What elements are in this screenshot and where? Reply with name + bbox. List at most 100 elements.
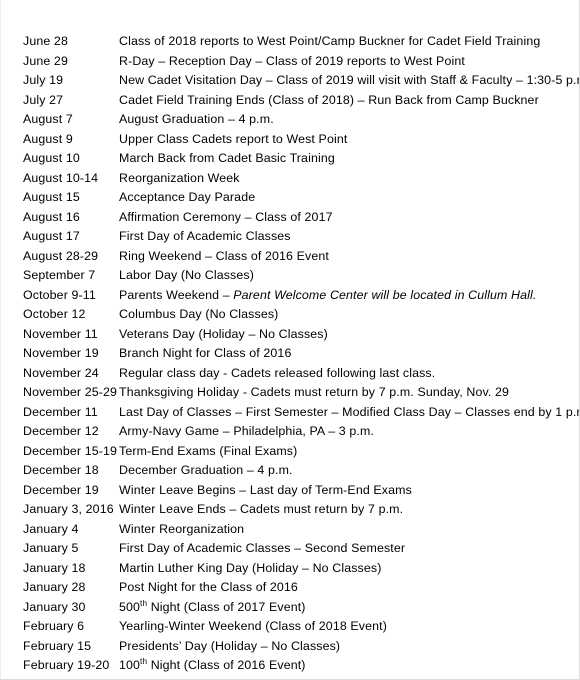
schedule-row-event-text: Winter Reorganization — [119, 521, 245, 536]
schedule-row-date: November 11 — [23, 326, 98, 341]
schedule-row-date: June 28 — [23, 34, 68, 48]
schedule-row-event: Army-Navy Game – Philadelphia, PA – 3 p.… — [119, 422, 571, 442]
schedule-row: August 16 Affirmation Ceremony – Class of… — [23, 208, 571, 228]
schedule-row-event: Term-End Exams (Final Exams) — [119, 442, 571, 462]
schedule-row-event: Veterans Day (Holiday – No Classes) — [119, 325, 571, 345]
schedule-row-date: November 24 — [23, 365, 99, 380]
schedule-row: January 3, 2016 Winter Leave Ends – Cadet… — [23, 500, 571, 520]
schedule-row-event: Acceptance Day Parade — [119, 188, 571, 208]
schedule-row-event: Columbus Day (No Classes) — [119, 305, 571, 325]
schedule-row: October 9-11 Parents Weekend – Parent Wel… — [23, 286, 571, 306]
schedule-row: January 4 Winter Reorganization — [23, 520, 571, 540]
schedule-row: July 27 Cadet Field Training Ends (Class … — [23, 91, 571, 111]
schedule-row-event-text: Reorganization Week — [119, 170, 240, 185]
schedule-row-event: First Day of Academic Classes – Second S… — [119, 539, 571, 559]
schedule-row-event: Winter Leave Ends – Cadets must return b… — [119, 500, 571, 520]
schedule-row-event-text: Labor Day (No Classes) — [119, 268, 254, 282]
schedule-row: June 28 Class of 2018 reports to West Poi… — [23, 32, 571, 52]
schedule-row: November 25-29 Thanksgiving Holiday - Cad… — [23, 383, 571, 403]
schedule-row: December 18 December Graduation – 4 p.m. — [23, 461, 571, 481]
schedule-row-date: August 9 — [23, 131, 73, 146]
schedule-row-event-text: Winter Leave Begins – Last day of Term-E… — [119, 482, 412, 497]
schedule-row-event: Ring Weekend – Class of 2016 Event — [119, 247, 571, 267]
schedule-row-event-text: 100 — [119, 658, 141, 672]
schedule-row: January 5 First Day of Academic Classes –… — [23, 539, 571, 559]
schedule-row-date: February 15 — [23, 638, 92, 653]
schedule-row-event: Presidents’ Day (Holiday – No Classes) — [119, 637, 571, 657]
schedule-row-date: January 28 — [23, 580, 86, 594]
schedule-row-event-text: Upper Class Cadets report to West Point — [119, 131, 348, 146]
schedule-row-event-text-tail: Night (Class of 2016 Event) — [147, 658, 306, 672]
schedule-row-event-text: Post Night for the Class of 2016 — [119, 580, 298, 594]
schedule-row: August 15 Acceptance Day Parade — [23, 188, 571, 208]
schedule-row: December 11 Last Day of Classes – First S… — [23, 403, 579, 423]
schedule-row-event-text: Yearling-Winter Weekend (Class of 2018 E… — [119, 619, 387, 633]
schedule-row-date: January 5 — [23, 541, 79, 555]
schedule-row-date: October 9-11 — [23, 287, 96, 302]
schedule-row-event-text: Presidents’ Day (Holiday – No Classes) — [119, 638, 341, 653]
schedule-row-date: June 29 — [23, 53, 68, 68]
schedule-row: November 11 Veterans Day (Holiday – No Cl… — [23, 325, 571, 345]
schedule-row-event-text: Martin Luther King Day (Holiday – No Cla… — [119, 560, 382, 575]
schedule-row: February 19-20 100th Night (Class of 2016… — [23, 656, 571, 676]
schedule-row-event-text: Ring Weekend – Class of 2016 Event — [119, 248, 329, 263]
document-page: June 28 Class of 2018 reports to West Poi… — [0, 0, 580, 680]
schedule-row-event: August Graduation – 4 p.m. — [119, 110, 571, 130]
schedule-row: June 29 R-Day – Reception Day – Class of … — [23, 52, 571, 72]
schedule-row-event-text: New Cadet Visitation Day – Class of 2019… — [119, 73, 580, 87]
schedule-row-event: March Back from Cadet Basic Training — [119, 149, 571, 169]
schedule-row-date: January 30 — [23, 599, 86, 614]
schedule-row-event-text: 500 — [119, 599, 141, 614]
schedule-row-date: December 18 — [23, 463, 99, 477]
schedule-row-date: November 19 — [23, 346, 99, 360]
schedule-row-event-text: Last Day of Classes – First Semester – M… — [119, 404, 580, 419]
schedule-row-event: 100th Night (Class of 2016 Event) — [119, 656, 571, 676]
schedule-row-date: January 4 — [23, 521, 79, 536]
schedule-row-date: December 12 — [23, 424, 99, 438]
schedule-row: August 10 March Back from Cadet Basic Tra… — [23, 149, 571, 169]
schedule-row-event-text: Thanksgiving Holiday - Cadets must retur… — [119, 385, 510, 399]
schedule-row-date: July 19 — [23, 73, 64, 87]
schedule-row-event: Class of 2018 reports to West Point/Camp… — [119, 32, 571, 52]
schedule-row: August 9 Upper Class Cadets report to Wes… — [23, 130, 571, 150]
schedule-row-event-text-tail: Night (Class of 2017 Event) — [147, 599, 306, 614]
schedule-row-event-text: R-Day – Reception Day – Class of 2019 re… — [119, 53, 465, 68]
schedule-row-date: January 3, 2016 — [23, 502, 114, 516]
schedule-row-date: December 11 — [23, 404, 98, 419]
schedule-row: August 28-29 Ring Weekend – Class of 2016… — [23, 247, 571, 267]
schedule-row: November 19 Branch Night for Class of 201… — [23, 344, 571, 364]
schedule-row: September 7 Labor Day (No Classes) — [23, 266, 571, 286]
schedule-row-date: December 15-19 — [23, 443, 118, 458]
schedule-row: August 17 First Day of Academic Classes — [23, 227, 571, 247]
schedule-row-event: Yearling-Winter Weekend (Class of 2018 E… — [119, 617, 571, 637]
schedule-row: February 15 Presidents’ Day (Holiday – No… — [23, 637, 571, 657]
schedule-row-date: August 10-14 — [23, 170, 99, 185]
schedule-row-event-text: First Day of Academic Classes – Second S… — [119, 541, 406, 555]
schedule-row: August 10-14 Reorganization Week — [23, 169, 571, 189]
schedule-row-date: August 17 — [23, 229, 80, 243]
schedule-row-event: Winter Reorganization — [119, 520, 571, 540]
schedule-row-date: January 18 — [23, 560, 86, 575]
schedule-row-event: Parents Weekend – Parent Welcome Center … — [119, 286, 571, 306]
schedule-row-event: New Cadet Visitation Day – Class of 2019… — [119, 71, 580, 91]
schedule-row-event: Winter Leave Begins – Last day of Term-E… — [119, 481, 571, 501]
schedule-row-event-text: Veterans Day (Holiday – No Classes) — [119, 326, 328, 341]
schedule-row-event: Reorganization Week — [119, 169, 571, 189]
schedule-row-event: Post Night for the Class of 2016 — [119, 578, 571, 598]
schedule-row-event: Branch Night for Class of 2016 — [119, 344, 571, 364]
schedule-row-event-text: Acceptance Day Parade — [119, 190, 256, 204]
schedule-row: December 12 Army-Navy Game – Philadelphia… — [23, 422, 571, 442]
schedule-row-date: September 7 — [23, 268, 96, 282]
schedule-row-event: Upper Class Cadets report to West Point — [119, 130, 571, 150]
schedule-row-event-text: Class of 2018 reports to West Point/Camp… — [119, 34, 541, 48]
schedule-row-date: November 25-29 — [23, 385, 118, 399]
schedule-row-date: August 28-29 — [23, 248, 99, 263]
schedule-row-event: Cadet Field Training Ends (Class of 2018… — [119, 91, 571, 111]
schedule-row-event-emphasis: Parent Welcome Center will be located in… — [233, 287, 537, 302]
schedule-row-date: August 15 — [23, 190, 80, 204]
schedule-row-date: February 6 — [23, 619, 85, 633]
schedule-row-event-text: Winter Leave Ends – Cadets must return b… — [119, 502, 404, 516]
schedule-row: December 15-19 Term-End Exams (Final Exam… — [23, 442, 571, 462]
schedule-row-event: Affirmation Ceremony – Class of 2017 — [119, 208, 571, 228]
schedule-row-event: Thanksgiving Holiday - Cadets must retur… — [119, 383, 571, 403]
